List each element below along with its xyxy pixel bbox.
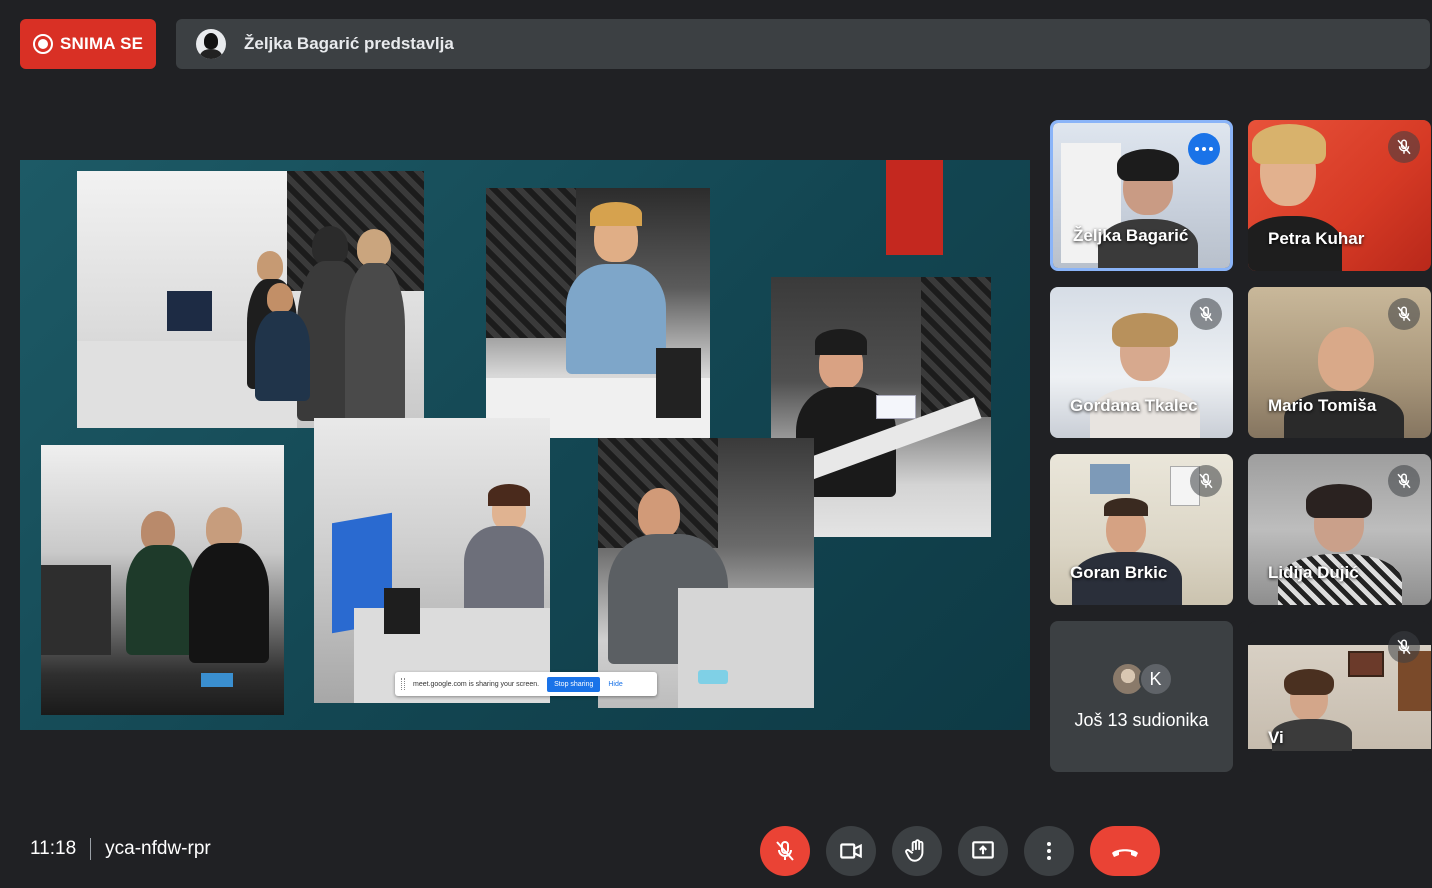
hang-up-icon: [1112, 849, 1138, 857]
toggle-mic-button[interactable]: [760, 826, 810, 876]
mic-off-icon: [1388, 298, 1420, 330]
meeting-info: 11:18 yca-nfdw-rpr: [30, 838, 211, 860]
presenter-avatar: [196, 29, 226, 59]
participant-tile[interactable]: Goran Brkic: [1050, 454, 1233, 605]
call-controls: [760, 826, 1160, 876]
participant-name: Goran Brkic: [1070, 563, 1168, 582]
participant-name: Vi: [1268, 728, 1284, 747]
mic-off-icon: [1388, 631, 1420, 663]
participant-tile[interactable]: Petra Kuhar: [1248, 120, 1431, 271]
meet-window: SNIMA SE Željka Bagarić predstavlja meet…: [0, 0, 1432, 888]
more-participants-label: Još 13 sudionika: [1074, 710, 1209, 730]
meeting-code[interactable]: yca-nfdw-rpr: [105, 838, 211, 860]
avatar: K: [1138, 662, 1173, 696]
mic-off-icon: [776, 840, 794, 861]
recording-label: SNIMA SE: [60, 34, 144, 53]
stop-sharing-button[interactable]: Stop sharing: [547, 676, 601, 692]
hide-share-bar-button[interactable]: Hide: [608, 681, 622, 688]
presenter-text: Željka Bagarić predstavlja: [244, 34, 454, 53]
slide-photo-studio-group: [77, 171, 424, 428]
present-screen-button[interactable]: [958, 826, 1008, 876]
more-options-icon: [1047, 842, 1051, 860]
divider: [90, 838, 92, 860]
presenter-banner: Željka Bagarić predstavlja: [176, 19, 1430, 69]
present-icon: [972, 841, 994, 859]
participant-tile[interactable]: Gordana Tkalec: [1050, 287, 1233, 438]
mic-off-icon: [1190, 465, 1222, 497]
leave-call-button[interactable]: [1090, 826, 1160, 876]
raise-hand-icon: [905, 839, 924, 862]
participant-tile[interactable]: Mario Tomiša: [1248, 287, 1431, 438]
slide-photo-man-mixer: [598, 438, 814, 708]
more-options-icon[interactable]: [1188, 133, 1220, 165]
slide-photo-woman-mic: [486, 188, 710, 438]
participant-name: Gordana Tkalec: [1070, 396, 1198, 415]
share-message: meet.google.com is sharing your screen.: [413, 680, 540, 688]
participant-name: Petra Kuhar: [1268, 229, 1365, 248]
slide-photo-woman-pointing: [314, 418, 550, 703]
more-options-button[interactable]: [1024, 826, 1074, 876]
slide-red-accent: [886, 160, 943, 255]
clock-time: 11:18: [30, 838, 77, 859]
drag-handle-icon[interactable]: [401, 678, 405, 690]
toggle-camera-button[interactable]: [826, 826, 876, 876]
participant-name: Željka Bagarić: [1073, 226, 1189, 245]
participant-name: Mario Tomiša: [1268, 396, 1377, 415]
more-participants-tile[interactable]: K Još 13 sudionika: [1050, 621, 1233, 772]
raise-hand-button[interactable]: [892, 826, 942, 876]
mic-off-icon: [1190, 298, 1222, 330]
participant-avatars: K: [1110, 662, 1173, 696]
mic-off-icon: [1388, 465, 1420, 497]
self-view-tile[interactable]: Vi: [1248, 621, 1431, 772]
record-icon: [33, 34, 53, 54]
recording-badge[interactable]: SNIMA SE: [20, 19, 156, 69]
screen-share-bar: meet.google.com is sharing your screen. …: [395, 672, 657, 696]
slide-photo-two-men: [41, 445, 284, 715]
mic-off-icon: [1388, 131, 1420, 163]
camera-icon: [840, 843, 862, 859]
participant-tile[interactable]: Lidija Dujić: [1248, 454, 1431, 605]
participant-tile[interactable]: Željka Bagarić: [1050, 120, 1233, 271]
participant-name: Lidija Dujić: [1268, 563, 1359, 582]
shared-presentation: meet.google.com is sharing your screen. …: [20, 160, 1030, 730]
